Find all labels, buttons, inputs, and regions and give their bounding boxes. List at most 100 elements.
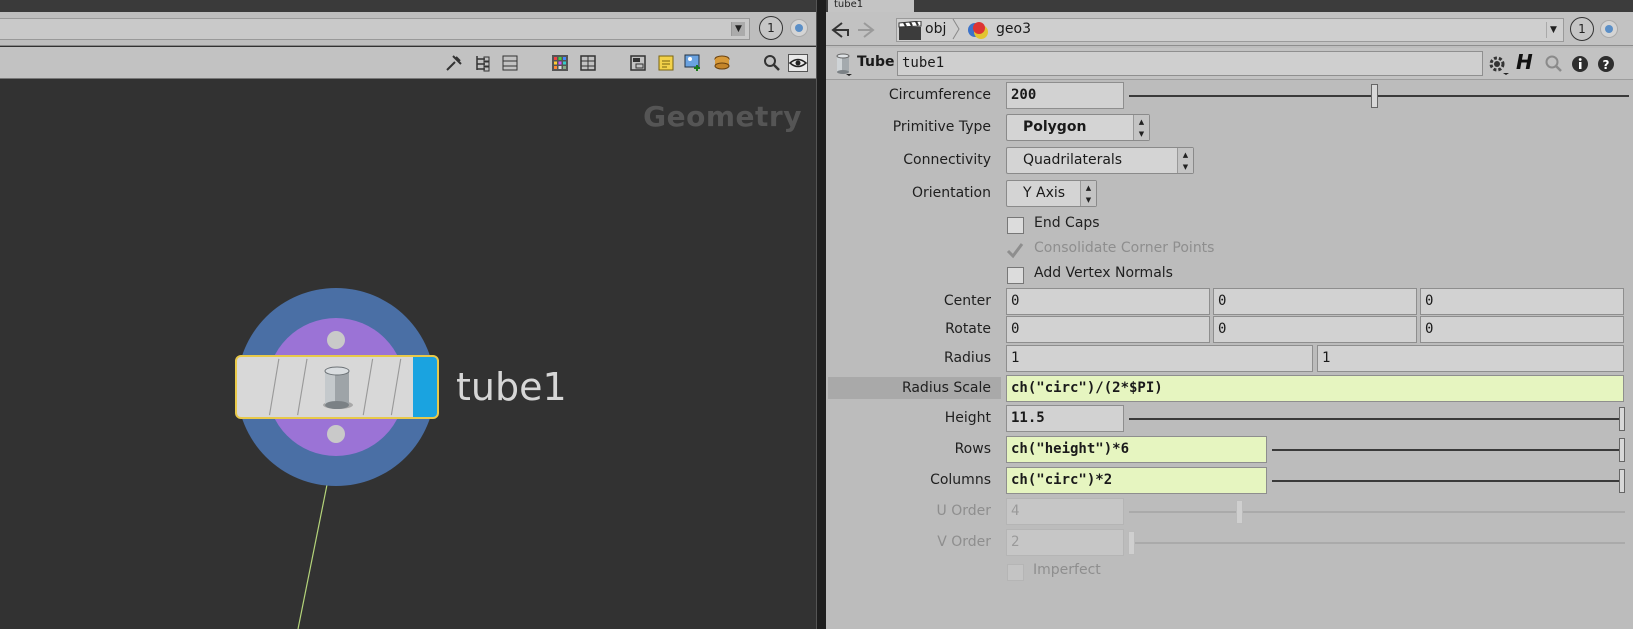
updown-icon: ▲ ▼ (1177, 148, 1193, 173)
circumference-field[interactable]: 200 (1006, 82, 1124, 109)
radius-x-field[interactable]: 1 (1006, 345, 1313, 372)
param-center: Center 0 0 0 (826, 287, 1633, 317)
node-name-field[interactable]: tube1 (897, 51, 1483, 76)
primitive-type-menu[interactable]: Polygon ▲ ▼ (1006, 114, 1150, 141)
updown-icon: ▲ ▼ (1080, 181, 1096, 206)
node-type-label: Tube (857, 54, 895, 70)
pane-divider[interactable] (816, 0, 826, 629)
end-caps-label: End Caps (1034, 215, 1100, 231)
param-label: Orientation (911, 185, 991, 201)
tab-parameters[interactable]: tube1 (828, 0, 914, 12)
forward-arrow-icon[interactable] (856, 20, 876, 40)
param-label: Radius (944, 350, 991, 366)
node-input-connector[interactable] (327, 331, 345, 349)
parameter-pane: tube1 ▼ obj geo3 1 Tube tube1 H ? Circum… (826, 0, 1633, 629)
circumference-slider[interactable] (1129, 95, 1629, 97)
param-radius-scale: Radius Scale ch("circ")/(2*$PI) (826, 374, 1633, 404)
param-label: Columns (930, 472, 991, 488)
param-circumference: Circumference 200 (826, 81, 1633, 111)
center-x-field[interactable]: 0 (1006, 288, 1210, 315)
path-crumb-obj[interactable]: obj (925, 18, 946, 40)
param-label: Rotate (945, 321, 991, 337)
param-add-vertex-normals: Add Vertex Normals (826, 260, 1633, 290)
clapper-icon (898, 21, 922, 40)
param-label: Rows (954, 441, 991, 457)
checkmark-icon (1006, 243, 1024, 259)
radius-scale-field[interactable]: ch("circ")/(2*$PI) (1006, 375, 1624, 402)
node-wire (297, 439, 337, 629)
param-v-order: V Order 2 (826, 528, 1633, 558)
columns-slider[interactable] (1272, 480, 1625, 482)
height-slider-handle[interactable] (1619, 407, 1625, 431)
param-rows: Rows ch("height")*6 (826, 435, 1633, 465)
back-arrow-icon[interactable] (830, 20, 850, 40)
help-icon[interactable]: ? (1596, 54, 1616, 74)
param-path-bar: ▼ obj geo3 1 (826, 12, 1633, 46)
menu-value: Y Axis (1023, 185, 1066, 201)
rows-field[interactable]: ch("height")*6 (1006, 436, 1267, 463)
v-order-slider (1129, 542, 1625, 544)
rows-slider-handle[interactable] (1619, 438, 1625, 462)
updown-icon: ▲ ▼ (1133, 115, 1149, 140)
u-order-slider (1129, 511, 1625, 513)
network-pane: ▼ 1 Geometry tube1 (0, 0, 816, 629)
consolidate-label: Consolidate Corner Points (1034, 240, 1215, 256)
pane-tab-strip: tube1 (826, 0, 1633, 12)
center-y-field[interactable]: 0 (1213, 288, 1417, 315)
viewer-number-button[interactable]: 1 (1570, 17, 1594, 41)
node-header-bar: Tube tube1 H ? (826, 48, 1633, 80)
param-columns: Columns ch("circ")*2 (826, 466, 1633, 496)
columns-slider-handle[interactable] (1619, 469, 1625, 493)
tube-node[interactable] (235, 355, 439, 419)
pin-icon[interactable] (1600, 20, 1618, 38)
u-order-slider-handle (1236, 500, 1243, 524)
param-label: Connectivity (903, 152, 991, 168)
tube-icon (323, 366, 353, 409)
geo-icon (968, 22, 988, 39)
rotate-x-field[interactable]: 0 (1006, 316, 1210, 343)
orientation-menu[interactable]: Y Axis ▲ ▼ (1006, 180, 1097, 207)
info-icon[interactable] (1570, 54, 1590, 74)
rows-slider[interactable] (1272, 449, 1625, 451)
param-height: Height 11.5 (826, 404, 1633, 434)
height-slider[interactable] (1129, 418, 1625, 420)
tube-icon (836, 53, 852, 76)
center-z-field[interactable]: 0 (1420, 288, 1624, 315)
param-label: Circumference (888, 87, 991, 103)
rotate-y-field[interactable]: 0 (1213, 316, 1417, 343)
gear-icon[interactable] (1486, 53, 1510, 77)
param-label: U Order (936, 503, 991, 519)
param-rotate: Rotate 0 0 0 (826, 315, 1633, 345)
node-name-label[interactable]: tube1 (456, 365, 567, 409)
param-label: V Order (937, 534, 991, 550)
path-crumb-geo[interactable]: geo3 (996, 18, 1031, 40)
menu-value: Quadrilaterals (1023, 152, 1123, 168)
param-label: Primitive Type (892, 119, 991, 135)
imperfect-checkbox (1007, 564, 1024, 581)
end-caps-checkbox[interactable] (1007, 217, 1024, 234)
node-output-connector[interactable] (327, 425, 345, 443)
v-order-field: 2 (1006, 529, 1124, 556)
param-connectivity: Connectivity Quadrilaterals ▲ ▼ (826, 146, 1633, 176)
help-h-icon[interactable]: H (1516, 50, 1533, 74)
param-label: Radius Scale (901, 380, 991, 396)
add-vertex-normals-checkbox[interactable] (1007, 267, 1024, 284)
rotate-z-field[interactable]: 0 (1420, 316, 1624, 343)
u-order-field: 4 (1006, 498, 1124, 525)
param-label: Center (943, 293, 991, 309)
display-flag[interactable] (413, 357, 437, 417)
param-imperfect: Imperfect (826, 557, 1633, 587)
chevron-down-icon[interactable]: ▼ (1546, 22, 1560, 38)
radius-y-field[interactable]: 1 (1317, 345, 1624, 372)
columns-field[interactable]: ch("circ")*2 (1006, 467, 1267, 494)
imperfect-label: Imperfect (1033, 562, 1101, 578)
param-primitive-type: Primitive Type Polygon ▲ ▼ (826, 113, 1633, 143)
circumference-slider-handle[interactable] (1371, 84, 1378, 108)
search-icon[interactable] (1544, 54, 1564, 74)
menu-value: Polygon (1023, 119, 1087, 135)
param-orientation: Orientation Y Axis ▲ ▼ (826, 179, 1633, 209)
chevron-right-icon (952, 18, 960, 40)
connectivity-menu[interactable]: Quadrilaterals ▲ ▼ (1006, 147, 1194, 174)
param-radius: Radius 1 1 (826, 344, 1633, 374)
height-field[interactable]: 11.5 (1006, 405, 1124, 432)
